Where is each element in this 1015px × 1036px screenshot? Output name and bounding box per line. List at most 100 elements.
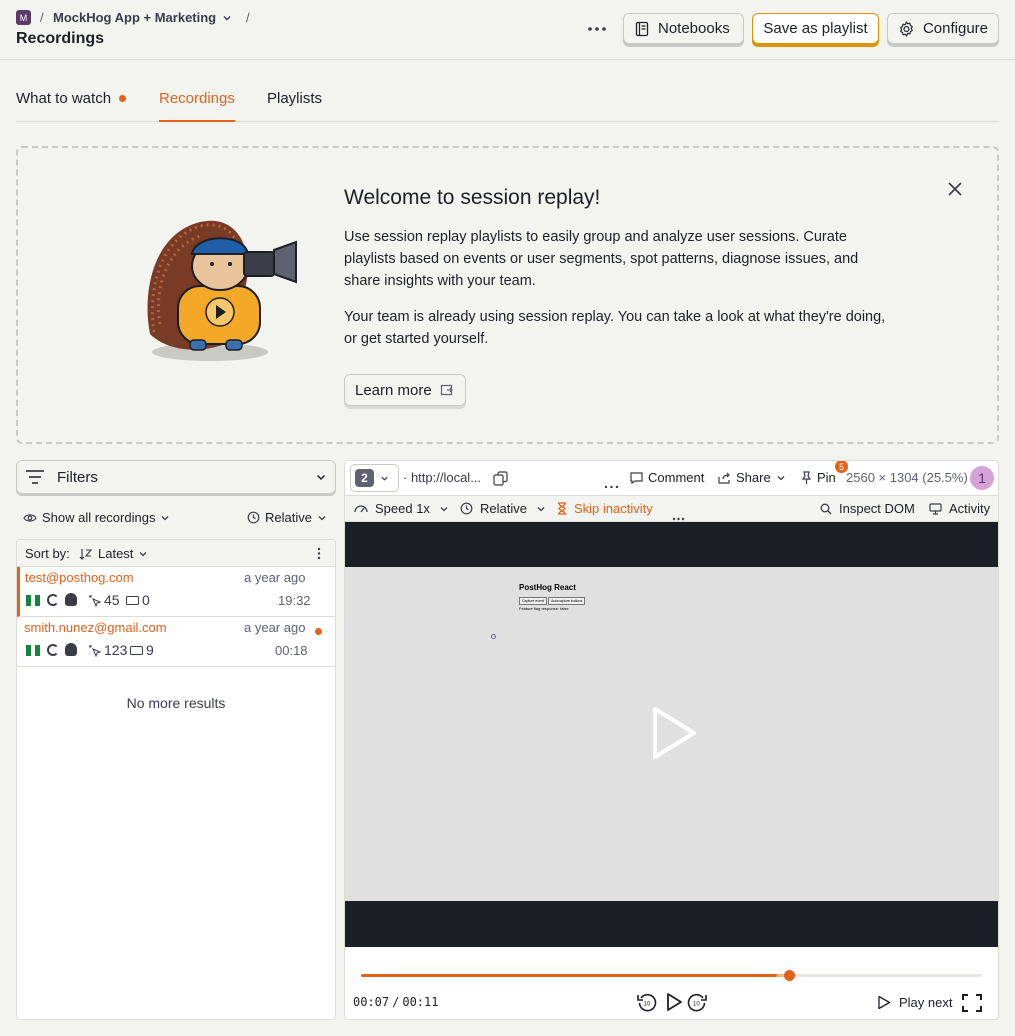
latest-label: Latest: [98, 546, 134, 561]
activity-button[interactable]: Activity: [929, 501, 990, 516]
click-count: 123: [104, 642, 128, 658]
pin-button[interactable]: Pin: [801, 470, 836, 485]
forward-10-button[interactable]: 10: [687, 992, 707, 1015]
fullscreen-button[interactable]: [962, 994, 982, 1015]
top-bar: M / MockHog App + Marketing / Recordings…: [0, 0, 1015, 60]
copy-url-button[interactable]: [493, 471, 508, 486]
close-icon: [948, 182, 962, 196]
configure-button[interactable]: Configure: [887, 13, 999, 44]
svg-text:10: 10: [644, 1002, 651, 1008]
pin-icon: [801, 471, 812, 484]
current-time: 00:07: [353, 995, 390, 1009]
replay-viewport[interactable]: PostHog React Capture event Autocapture …: [345, 522, 998, 947]
replay-frame: PostHog React Capture event Autocapture …: [345, 567, 998, 901]
rewind-10-button[interactable]: 10: [637, 992, 657, 1015]
play-icon: [667, 993, 682, 1011]
save-as-playlist-button[interactable]: Save as playlist: [752, 13, 879, 44]
chevron-down-icon: [381, 476, 388, 481]
close-welcome-button[interactable]: [946, 180, 964, 198]
chevron-down-icon: [537, 506, 545, 511]
flag-nigeria-icon: [26, 645, 41, 656]
seekbar[interactable]: [361, 970, 982, 981]
chevron-down-icon: [316, 474, 326, 481]
skip-inactivity-label: Skip inactivity: [574, 501, 653, 516]
recording-list-item[interactable]: test@posthog.com a year ago 45 0 19:32: [17, 567, 335, 617]
replayed-page-title: PostHog React: [519, 583, 576, 592]
player-controls-bar: Speed 1x Relative Skip inactivity Inspec…: [345, 496, 998, 522]
fast-forward-icon: 10: [687, 993, 707, 1012]
monitor-icon: [929, 502, 942, 515]
viewport-resolution: 2560 × 1304 (25.5%): [846, 470, 968, 485]
tab-label: Recordings: [159, 90, 235, 107]
sort-descending-icon: [79, 548, 93, 560]
more-menu-button[interactable]: [584, 18, 610, 40]
show-all-label: Show all recordings: [42, 510, 156, 525]
tab-recordings[interactable]: Recordings: [159, 90, 235, 107]
play-next-button[interactable]: Play next: [877, 995, 952, 1010]
tab-what-to-watch[interactable]: What to watch: [16, 90, 127, 107]
speed-label: Speed 1x: [375, 501, 430, 516]
tab-label: What to watch: [16, 90, 112, 107]
replayed-flag-text: Feature flag response: false: [519, 606, 569, 611]
recording-email: test@posthog.com: [25, 570, 134, 585]
player-more-button[interactable]: [604, 476, 619, 492]
big-play-icon[interactable]: [650, 705, 698, 761]
filters-label: Filters: [57, 468, 98, 486]
learn-more-button[interactable]: Learn more: [344, 374, 466, 406]
comment-button[interactable]: Comment: [630, 470, 704, 485]
play-pause-button[interactable]: [664, 992, 684, 1015]
filter-icon: [26, 470, 44, 484]
time-separator: /: [392, 995, 400, 1009]
relative-date-select[interactable]: Relative: [247, 510, 327, 525]
chevron-down-icon: [161, 515, 169, 520]
save-as-playlist-label: Save as playlist: [763, 20, 868, 37]
recording-list-item[interactable]: smith.nunez@gmail.com a year ago 123 9 0…: [17, 617, 335, 667]
seekbar-handle[interactable]: [784, 970, 796, 981]
chevron-down-icon: [223, 15, 231, 20]
activity-label: Activity: [949, 501, 991, 516]
fullscreen-icon: [962, 994, 982, 1012]
show-all-recordings-select[interactable]: Show all recordings: [23, 510, 170, 525]
org-avatar[interactable]: M: [16, 10, 31, 25]
notebooks-button[interactable]: Notebooks: [623, 13, 744, 44]
sort-latest-select[interactable]: Latest: [79, 546, 148, 561]
more-dots-icon: [604, 485, 619, 489]
more-dots-icon: [672, 517, 685, 521]
recordings-list-panel: Sort by: Latest test@posthog.com a year …: [16, 539, 336, 1020]
comment-label: Comment: [648, 470, 705, 485]
linux-icon: [65, 593, 77, 606]
recording-time-ago: a year ago: [244, 570, 306, 585]
list-options-button[interactable]: [317, 547, 321, 563]
speed-select[interactable]: Speed 1x: [354, 501, 449, 516]
tab-label: Playlists: [267, 90, 323, 107]
comment-icon: [630, 471, 643, 484]
filters-bar[interactable]: Filters: [16, 460, 336, 494]
tab-playlists[interactable]: Playlists: [267, 90, 322, 107]
chevron-down-icon: [777, 475, 785, 480]
welcome-description: Use session replay playlists to easily g…: [344, 229, 859, 289]
share-label: Share: [736, 470, 771, 485]
replayed-autocapture-button: Autocapture buttons: [548, 597, 586, 605]
play-next-icon: [878, 995, 891, 1010]
keyboard-icon: [130, 646, 143, 655]
search-icon: [820, 503, 832, 514]
copy-icon: [493, 471, 508, 486]
external-link-icon: [440, 384, 453, 396]
browser-icon: [47, 594, 59, 606]
tab-count-select[interactable]: 2: [350, 464, 399, 492]
recording-duration: 19:32: [278, 593, 311, 608]
person-avatar[interactable]: 1: [970, 466, 994, 490]
inspect-dom-button[interactable]: Inspect DOM: [820, 501, 915, 516]
share-button[interactable]: Share: [718, 470, 786, 485]
chevron-down-icon: [139, 551, 147, 556]
clock-icon: [460, 502, 473, 515]
relative-time-select[interactable]: Relative: [460, 501, 546, 516]
skip-inactivity-toggle[interactable]: Skip inactivity: [557, 501, 653, 516]
breadcrumb-project[interactable]: MockHog App + Marketing: [53, 10, 232, 25]
active-tab-indicator: [159, 120, 235, 122]
replayed-capture-button: Capture event: [519, 597, 547, 605]
configure-label: Configure: [922, 20, 988, 37]
clock-icon: [247, 511, 260, 524]
linux-icon: [65, 643, 77, 656]
notebooks-label: Notebooks: [658, 20, 730, 37]
